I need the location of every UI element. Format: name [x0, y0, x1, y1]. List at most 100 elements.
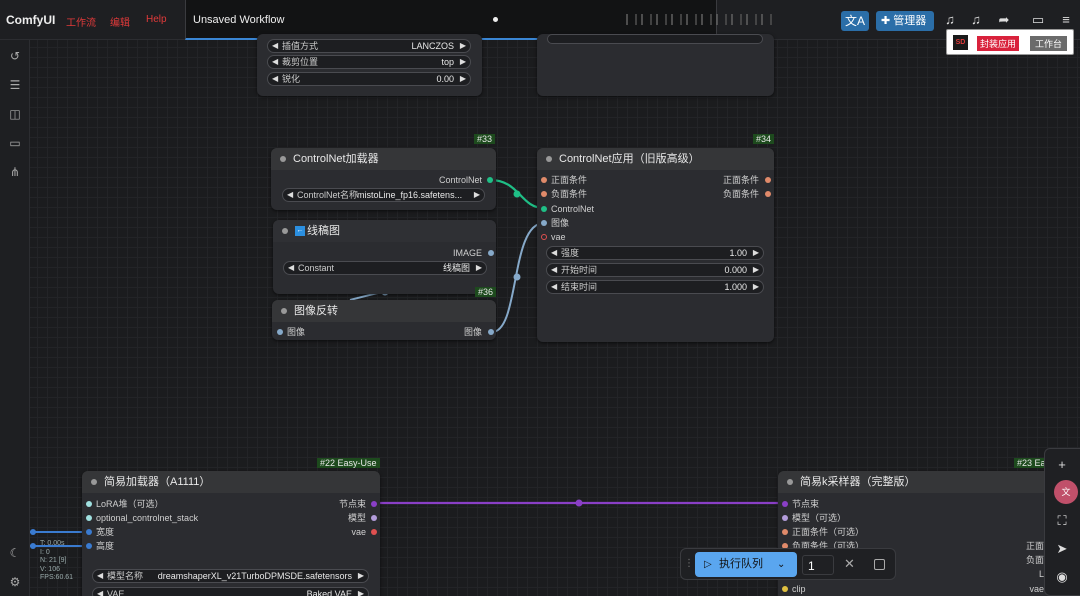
node-header-controlnet-apply[interactable]: ControlNet应用（旧版高级） [537, 148, 774, 170]
package-app-button[interactable]: 封装应用 [977, 36, 1020, 51]
input-vae: vae [551, 232, 566, 242]
node-header-ksampler[interactable]: 简易k采样器（完整版） [778, 471, 1080, 493]
menu-edit[interactable]: 编辑 [110, 14, 130, 29]
zoom-in-icon[interactable]: + [1054, 457, 1070, 473]
input-image: 图像 [551, 218, 570, 228]
translate-floating-icon[interactable]: 文 [1054, 480, 1078, 504]
queue-count-input[interactable]: 1 [802, 555, 834, 575]
folder-icon[interactable]: ▭ [8, 136, 22, 150]
node-image-scale[interactable]: ◀ 插值方式 LANCZOS ▶ ◀ 裁剪位置 top ▶ ◀ 锐化 0.00 ▶ [257, 34, 482, 96]
node-header-lineart[interactable]: ← 线稿图 [273, 220, 496, 242]
input-negative: 负面条件 [551, 189, 588, 199]
output-dot-pipe[interactable] [371, 501, 377, 507]
align-middle-icon[interactable] [686, 14, 697, 25]
menu-workflow[interactable]: 工作流 [66, 14, 96, 29]
output-positive: 正面 [1025, 541, 1044, 551]
model-icon[interactable]: ♫ [942, 12, 958, 28]
align-left-icon[interactable] [626, 14, 637, 25]
input-dot-positive[interactable] [782, 529, 788, 535]
workflow-tab-title: Unsaved Workflow [193, 14, 285, 26]
output-dot-image[interactable] [488, 329, 494, 335]
node-library-icon[interactable]: ◫ [8, 107, 22, 121]
chevron-down-icon[interactable]: ⌄ [777, 552, 785, 577]
fit-view-icon[interactable]: ⛶ [1054, 513, 1070, 529]
input-dot-vae[interactable] [541, 234, 547, 240]
widget-sharpen[interactable]: ◀ 锐化 0.00 ▶ [267, 72, 471, 86]
input-dot-image[interactable] [541, 220, 547, 226]
manager-button[interactable]: ✚ 管理器 [876, 11, 934, 31]
translate-button[interactable]: 文A [841, 11, 869, 31]
share-icon[interactable]: ➦ [996, 12, 1012, 28]
output-dot-image[interactable] [488, 250, 494, 256]
sd-logo-icon: SD [953, 35, 968, 50]
input-dot-height[interactable] [86, 543, 92, 549]
input-dot-model[interactable] [782, 515, 788, 521]
output-controlnet: ControlNet [438, 175, 482, 185]
menu-help[interactable]: Help [146, 14, 167, 25]
visibility-eye-icon[interactable]: ◉ [1054, 569, 1070, 585]
node-controlnet-loader[interactable]: ControlNet加载器 ControlNet ◀ ControlNet名称 m… [271, 148, 496, 210]
input-dot-positive[interactable] [541, 177, 547, 183]
output-dot-model[interactable] [371, 515, 377, 521]
distribute-h-icon[interactable] [716, 14, 727, 25]
history-icon[interactable]: ↺ [8, 49, 22, 63]
same-height-icon[interactable] [761, 14, 772, 25]
output-negative: 负面条件 [722, 189, 759, 199]
input-model: 模型（可选） [792, 513, 847, 523]
theme-moon-icon[interactable]: ☾ [8, 546, 22, 560]
align-right-icon[interactable] [656, 14, 667, 25]
widget-controlnet-name[interactable]: ◀ ControlNet名称 mistoLine_fp16.safetens...… [282, 188, 485, 202]
node-header-easy-loader[interactable]: 简易加载器（A1111） [82, 471, 380, 493]
input-width: 宽度 [96, 527, 115, 537]
settings-gear-icon[interactable]: ⚙ [8, 575, 22, 589]
widget-partial[interactable] [547, 34, 763, 44]
node-header-controlnet-loader[interactable]: ControlNet加载器 [271, 148, 496, 170]
input-dot-clip[interactable] [782, 586, 788, 592]
drag-handle-icon[interactable]: ⋮ [684, 558, 694, 569]
input-dot-lora-stack[interactable] [86, 501, 92, 507]
widget-crop-position[interactable]: ◀ 裁剪位置 top ▶ [267, 55, 471, 69]
workbench-button[interactable]: 工作台 [1030, 36, 1068, 51]
model-download-icon[interactable]: ♫ [968, 12, 984, 28]
widget-vae[interactable]: ◀ VAE Baked VAE ▶ [92, 587, 369, 596]
close-icon[interactable]: ✕ [844, 556, 855, 572]
input-dot-negative[interactable] [541, 191, 547, 197]
workflow-tree-icon[interactable]: ⋔ [8, 165, 22, 179]
panel-toggle-icon[interactable]: ▭ [1030, 12, 1046, 28]
widget-model-name[interactable]: ◀ 模型名称 dreamshaperXL_v21TurboDPMSDE.safet… [92, 569, 369, 583]
stop-icon[interactable] [874, 559, 885, 570]
output-dot-vae[interactable] [371, 529, 377, 535]
input-lora-stack: LoRA堆（可选） [96, 499, 164, 509]
node-image-invert[interactable]: 图像反转 图像 图像 [272, 300, 496, 340]
node-id-33: #33 [474, 134, 496, 144]
left-sidebar: ↺ ☰ ◫ ▭ ⋔ ☾ ⚙ [0, 40, 30, 596]
queue-list-icon[interactable]: ☰ [8, 78, 22, 92]
output-dot-positive[interactable] [765, 177, 771, 183]
output-dot-negative[interactable] [765, 191, 771, 197]
input-dot-width[interactable] [86, 529, 92, 535]
widget-constant[interactable]: ◀ Constant 线稿图 ▶ [283, 261, 487, 275]
align-bottom-icon[interactable] [701, 14, 712, 25]
input-dot-controlnet[interactable] [541, 206, 547, 212]
node-controlnet-apply[interactable]: ControlNet应用（旧版高级） 正面条件 负面条件 ControlNet … [537, 148, 774, 342]
widget-start-percent[interactable]: ◀ 开始时间 0.000 ▶ [546, 263, 764, 277]
select-mode-icon[interactable]: ➤ [1054, 541, 1070, 557]
node-header-invert[interactable]: 图像反转 [272, 300, 496, 322]
input-dot-image[interactable] [277, 329, 283, 335]
input-clip: clip [792, 584, 806, 594]
align-top-icon[interactable] [671, 14, 682, 25]
align-center-icon[interactable] [641, 14, 652, 25]
node-easy-loader[interactable]: 简易加载器（A1111） LoRA堆（可选） optional_controln… [82, 471, 380, 596]
distribute-v-icon[interactable] [731, 14, 742, 25]
node-partial-top-right[interactable] [537, 34, 774, 96]
node-lineart[interactable]: ← 线稿图 IMAGE ◀ Constant 线稿图 ▶ [273, 220, 496, 294]
same-width-icon[interactable] [746, 14, 757, 25]
hamburger-menu-icon[interactable]: ≡ [1058, 12, 1074, 28]
queue-run-button[interactable]: ▷ 执行队列 ⌄ [695, 552, 797, 577]
input-dot-pipe[interactable] [782, 501, 788, 507]
widget-strength[interactable]: ◀ 强度 1.00 ▶ [546, 246, 764, 260]
widget-end-percent[interactable]: ◀ 结束时间 1.000 ▶ [546, 280, 764, 294]
input-dot-controlnet-stack[interactable] [86, 515, 92, 521]
widget-interpolation[interactable]: ◀ 插值方式 LANCZOS ▶ [267, 39, 471, 53]
output-dot-controlnet[interactable] [487, 177, 493, 183]
